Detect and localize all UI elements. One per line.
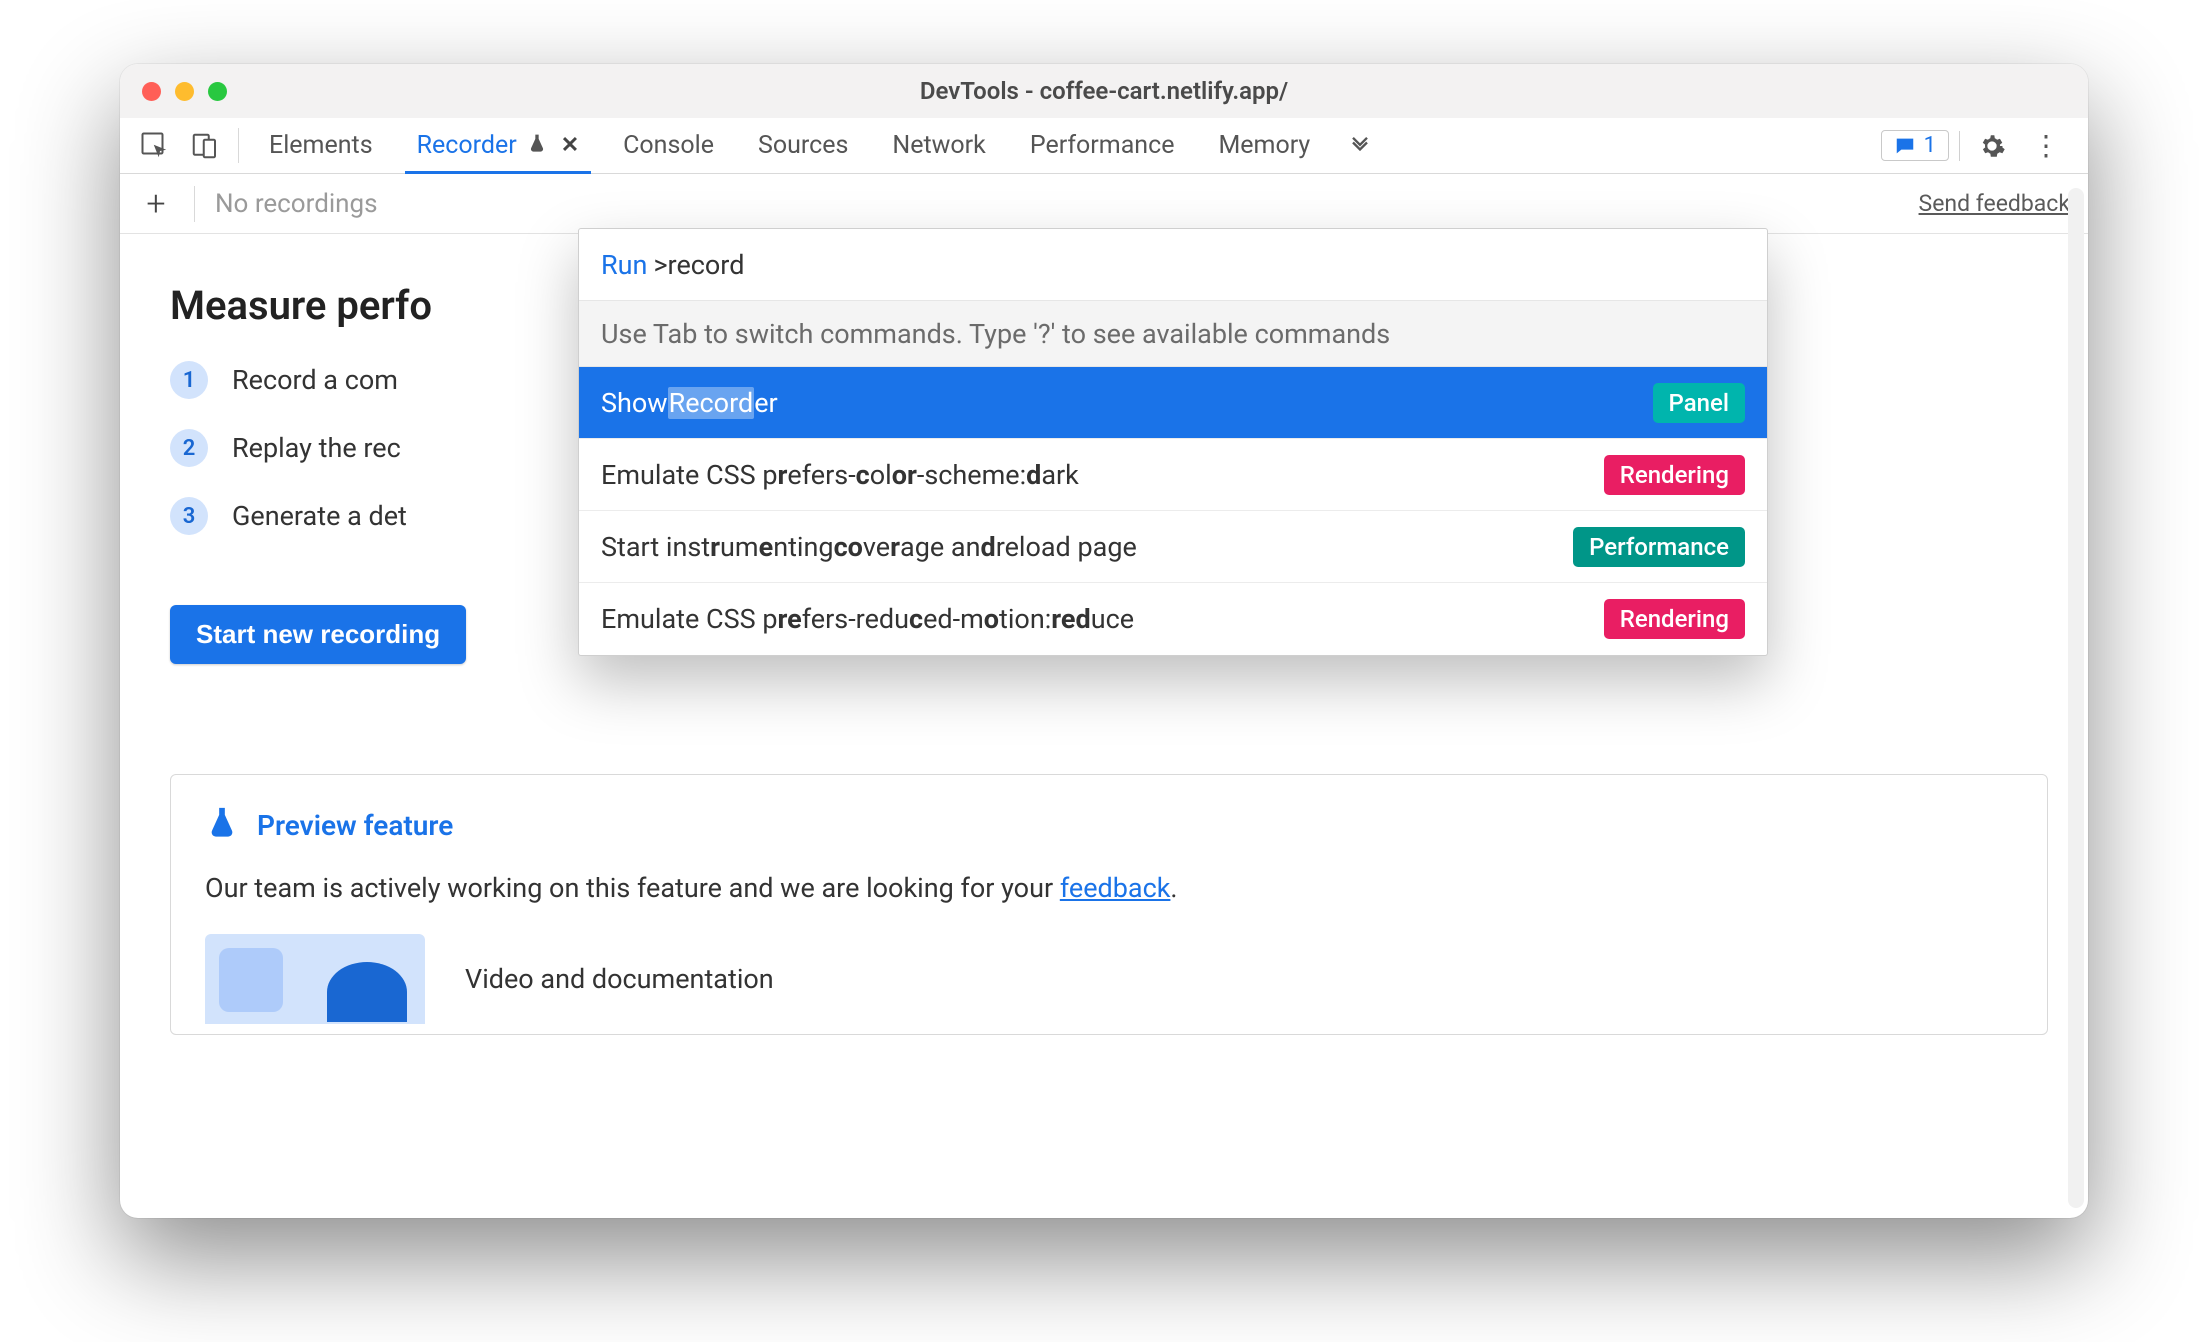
run-label: Run [601, 249, 647, 281]
feedback-link[interactable]: feedback [1060, 872, 1171, 904]
tab-recorder[interactable]: Recorder ✕ [395, 118, 602, 173]
step-number: 1 [170, 361, 208, 399]
preview-body-suffix: . [1170, 872, 1177, 904]
command-hint: Use Tab to switch commands. Type '?' to … [579, 301, 1767, 367]
titlebar: DevTools - coffee-cart.netlify.app/ [120, 64, 2088, 118]
minimize-window-button[interactable] [175, 82, 194, 101]
settings-icon[interactable] [1970, 132, 2014, 160]
start-new-recording-button[interactable]: Start new recording [170, 605, 466, 664]
tab-label: Network [892, 131, 985, 160]
video-thumbnail[interactable] [205, 934, 425, 1024]
media-row: Video and documentation [205, 934, 2013, 1024]
tab-label: Memory [1218, 131, 1310, 160]
command-item-badge: Panel [1653, 383, 1745, 423]
command-item-label: Emulate CSS prefers-color-scheme: dark [601, 459, 1079, 491]
step-text: Record a com [232, 364, 398, 396]
toolbar-divider [238, 128, 239, 163]
step-number: 2 [170, 429, 208, 467]
messages-count: 1 [1924, 133, 1936, 158]
tabs-overflow-icon[interactable] [1332, 118, 1388, 173]
device-toolbar-icon[interactable] [180, 118, 230, 173]
tab-label: Console [623, 131, 714, 160]
flask-icon [527, 131, 547, 160]
command-item-label: Emulate CSS prefers-reduced-motion: redu… [601, 603, 1134, 635]
messages-chip[interactable]: 1 [1881, 130, 1949, 161]
tab-label: Elements [269, 131, 373, 160]
recordings-placeholder: No recordings [215, 189, 378, 219]
command-query: >record [653, 249, 744, 281]
command-item[interactable]: Show Recorder Panel [579, 367, 1767, 439]
preview-body: Our team is actively working on this fea… [205, 872, 2013, 904]
tab-elements[interactable]: Elements [247, 118, 395, 173]
preview-feature-card: Preview feature Our team is actively wor… [170, 774, 2048, 1035]
close-tab-icon[interactable]: ✕ [561, 133, 579, 158]
command-item-badge: Performance [1573, 527, 1745, 567]
close-window-button[interactable] [142, 82, 161, 101]
recorder-subbar: + No recordings Send feedback [120, 174, 2088, 234]
tabstrip: Elements Recorder ✕ Console Sources Netw… [120, 118, 2088, 174]
command-item-label: Start instrumenting coverage and reload … [601, 531, 1137, 563]
command-item[interactable]: Start instrumenting coverage and reload … [579, 511, 1767, 583]
scrollbar[interactable] [2068, 188, 2084, 1208]
more-menu-icon[interactable]: ⋮ [2024, 129, 2068, 162]
add-recording-icon[interactable]: + [138, 184, 174, 224]
media-title: Video and documentation [465, 963, 774, 995]
command-item-badge: Rendering [1604, 455, 1745, 495]
tab-memory[interactable]: Memory [1196, 118, 1332, 173]
command-palette: Run >record Use Tab to switch commands. … [578, 228, 1768, 656]
command-item-badge: Rendering [1604, 599, 1745, 639]
command-item-label: Show Recorder [601, 387, 778, 419]
tab-label: Recorder [417, 131, 517, 160]
command-item[interactable]: Emulate CSS prefers-reduced-motion: redu… [579, 583, 1767, 655]
step-number: 3 [170, 497, 208, 535]
tab-sources[interactable]: Sources [736, 118, 870, 173]
command-input-row[interactable]: Run >record [579, 229, 1767, 301]
inspect-element-icon[interactable] [130, 118, 180, 173]
window-controls [120, 82, 227, 101]
tab-label: Performance [1030, 131, 1175, 160]
tab-performance[interactable]: Performance [1008, 118, 1197, 173]
command-item[interactable]: Emulate CSS prefers-color-scheme: dark Re… [579, 439, 1767, 511]
tab-label: Sources [758, 131, 848, 160]
devtools-window: DevTools - coffee-cart.netlify.app/ Elem… [120, 64, 2088, 1218]
tab-console[interactable]: Console [601, 118, 736, 173]
preview-body-text: Our team is actively working on this fea… [205, 872, 1060, 904]
zoom-window-button[interactable] [208, 82, 227, 101]
step-text: Replay the rec [232, 432, 401, 464]
flask-icon [205, 805, 239, 846]
tab-network[interactable]: Network [870, 118, 1007, 173]
step-text: Generate a det [232, 500, 407, 532]
window-title: DevTools - coffee-cart.netlify.app/ [120, 77, 2088, 105]
preview-title: Preview feature [257, 809, 453, 842]
send-feedback-link[interactable]: Send feedback [1919, 190, 2070, 217]
subbar-divider [194, 186, 195, 222]
